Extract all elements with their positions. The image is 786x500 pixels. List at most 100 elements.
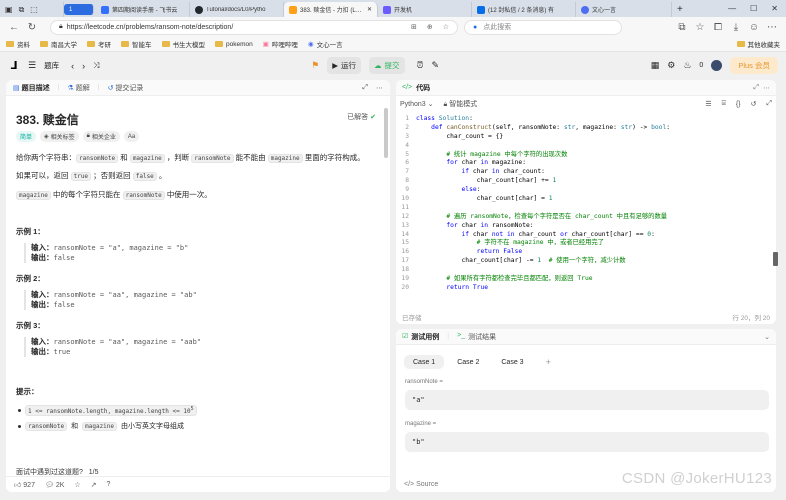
bookmark-icon[interactable]: ⌸ [722,100,726,108]
tab-description[interactable]: ▤ 题目描述 [13,83,50,93]
code-line[interactable]: 4 [396,142,776,151]
bookmark-folder[interactable]: 考研 [87,39,111,49]
more-icon[interactable]: ⋯ [766,22,778,33]
downloads-icon[interactable]: ⤓ [730,22,742,33]
code-line[interactable]: 2 def canConstruct(self, ransomNote: str… [396,124,776,133]
next-problem-icon[interactable]: › [82,61,85,71]
prev-problem-icon[interactable]: ‹ [71,61,74,71]
case-tab[interactable]: Case 2 [448,355,488,369]
avatar[interactable] [711,60,723,71]
alarm-icon[interactable]: ⏰︎ [417,60,424,71]
share-icon[interactable]: ↗ [91,481,97,489]
code-line[interactable]: 17 char_count[char] -= 1 # 使用一个字符，减少计数 [396,257,776,266]
streak-icon[interactable]: ♨ [683,60,691,71]
source-link[interactable]: </> Source [404,481,438,488]
plus-membership-button[interactable]: Plus 会员 [730,57,778,74]
description-scrollbar[interactable] [384,108,388,158]
settings-icon[interactable]: ⚙ [667,60,675,71]
profile-icon[interactable]: ☺ [748,22,760,33]
format-icon[interactable]: ☰ [705,100,711,108]
help-icon[interactable]: ? [107,481,111,488]
run-button[interactable]: ▶ 运行 [327,57,361,74]
tab-group-label[interactable]: 1 [64,4,94,15]
code-line[interactable]: 5 # 统计 magazine 中每个字符的出现次数 [396,151,776,160]
browser-tab-3[interactable]: 开发机 [378,2,472,17]
bookmark-folder[interactable]: pokemon [215,41,253,48]
random-problem-icon[interactable]: ⤨ [93,61,99,71]
code-line[interactable]: 20 return True [396,284,776,293]
favorites-icon[interactable]: ☆ [694,22,706,33]
code-line[interactable]: 10 char_count[char] = 1 [396,195,776,204]
panel-menu-icon[interactable]: ⋯ [763,84,770,92]
url-field[interactable]: 🔒︎ https://leetcode.cn/problems/ransom-n… [50,19,458,35]
tab-test-result[interactable]: >_ 测试结果 [457,332,496,342]
other-bookmarks[interactable]: 其他收藏夹 [736,39,780,49]
tab-solutions[interactable]: ⚗ 题解 [67,83,89,93]
code-line[interactable]: 11 [396,204,776,213]
related-tags-button[interactable]: ◈ 相关标签 [40,131,79,142]
bookmark-link[interactable]: ▣ 哔哩哔哩 [263,39,298,49]
browser-tab-2[interactable]: 383. 赎金信 - 力扣 (Leet ✕ [284,2,378,17]
code-line[interactable]: 7 if char in char_count: [396,168,776,177]
translate-icon[interactable]: ⊞ [411,23,417,31]
leetcode-logo[interactable]: ⅃ [8,60,20,72]
smart-mode-toggle[interactable]: 🔒︎ 智能模式 [444,99,478,109]
fullscreen-icon[interactable]: ⤢ [766,100,772,108]
expand-icon[interactable]: ⤢ [753,84,759,92]
code-area[interactable]: 1 class Solution: 2 def canConstruct(self,… [396,115,776,293]
add-case-button[interactable]: + [537,355,560,369]
back-icon[interactable]: ← [8,22,20,33]
browser-tab-1[interactable]: Tutorial/docs/L0/Pytho [190,2,284,17]
close-window-icon[interactable]: ✕ [771,4,778,13]
submit-button[interactable]: ☁ 提交 [369,57,405,74]
workspaces-icon[interactable]: ⧉ [19,5,25,15]
related-companies-button[interactable]: 🔒︎ 相关企业 [82,131,120,142]
expand-icon[interactable]: ⤢ [362,84,368,92]
favorite-icon[interactable]: ☆ [74,481,80,489]
tab-submissions[interactable]: ↺ 提交记录 [108,83,144,93]
problem-list-link[interactable]: 题库 [44,60,59,71]
web-search-box[interactable]: ● 点此搜索 [464,19,622,35]
bookmark-link[interactable]: ◉ 文心一言 [308,39,343,49]
code-line[interactable]: 13 for char in ransomNote: [396,222,776,231]
code-line[interactable]: 15 # 字符不在 magazine 中，或者已经用完了 [396,239,776,248]
layout-icon[interactable]: ▦ [651,60,660,71]
extensions-icon[interactable]: ⧠ [712,22,724,33]
ransom-note-input[interactable]: "a" [405,390,769,410]
magazine-input[interactable]: "b" [405,432,769,452]
problem-list-icon[interactable]: ☰ [28,60,36,71]
bookmark-folder[interactable]: 资料 [6,39,30,49]
collapse-icon[interactable]: ⌄ [764,333,770,341]
comment-button[interactable]: 💬︎ 2K [45,481,64,489]
panel-menu-icon[interactable]: ⋯ [376,84,383,92]
code-line[interactable]: 19 # 如果所有字符都检查完毕且都匹配，则返回 True [396,275,776,284]
close-tab-icon[interactable]: ✕ [367,6,372,13]
notes-icon[interactable]: ✎ [432,60,440,71]
bookmark-folder[interactable]: 书生大模型 [161,39,205,49]
app-icon[interactable]: ▣ [5,5,13,14]
bookmark-folder[interactable]: 南昌大学 [40,39,77,49]
language-select[interactable]: Python3 ⌄ [400,100,434,108]
split-screen-icon[interactable]: ⧉ [676,22,688,33]
browser-tab-4[interactable]: (12 封私信 / 2 条消息) 有 [472,2,576,17]
new-tab-button[interactable]: + [672,2,692,17]
minimize-icon[interactable]: — [728,4,736,13]
code-line[interactable]: 1 class Solution: [396,115,776,124]
browser-tab-0[interactable]: 第四期阅读手册 - 飞书云 [96,2,190,17]
code-line[interactable]: 16 return False [396,248,776,257]
like-button[interactable]: 👍︎ 927 [14,480,35,489]
maximize-icon[interactable]: ☐ [750,4,757,13]
tab-testcase[interactable]: ☑ 测试用例 [402,332,439,342]
code-line[interactable]: 9 else: [396,186,776,195]
font-size-button[interactable]: Aa [123,131,140,142]
code-line[interactable]: 12 # 遍历 ransomNote，检查每个字符是否在 char_count … [396,213,776,222]
tab-actions-icon[interactable]: ⬚ [30,5,38,14]
debug-icon[interactable]: ⚑ [311,60,319,71]
reset-icon[interactable]: ↺ [751,100,757,108]
bookmark-folder[interactable]: 智能车 [121,39,152,49]
case-tab[interactable]: Case 3 [492,355,532,369]
favorite-star-icon[interactable]: ☆ [443,23,449,31]
code-line[interactable]: 3 char_count = {} [396,133,776,142]
braces-icon[interactable]: {} [736,101,741,108]
layout-drag-handle[interactable] [773,252,778,266]
